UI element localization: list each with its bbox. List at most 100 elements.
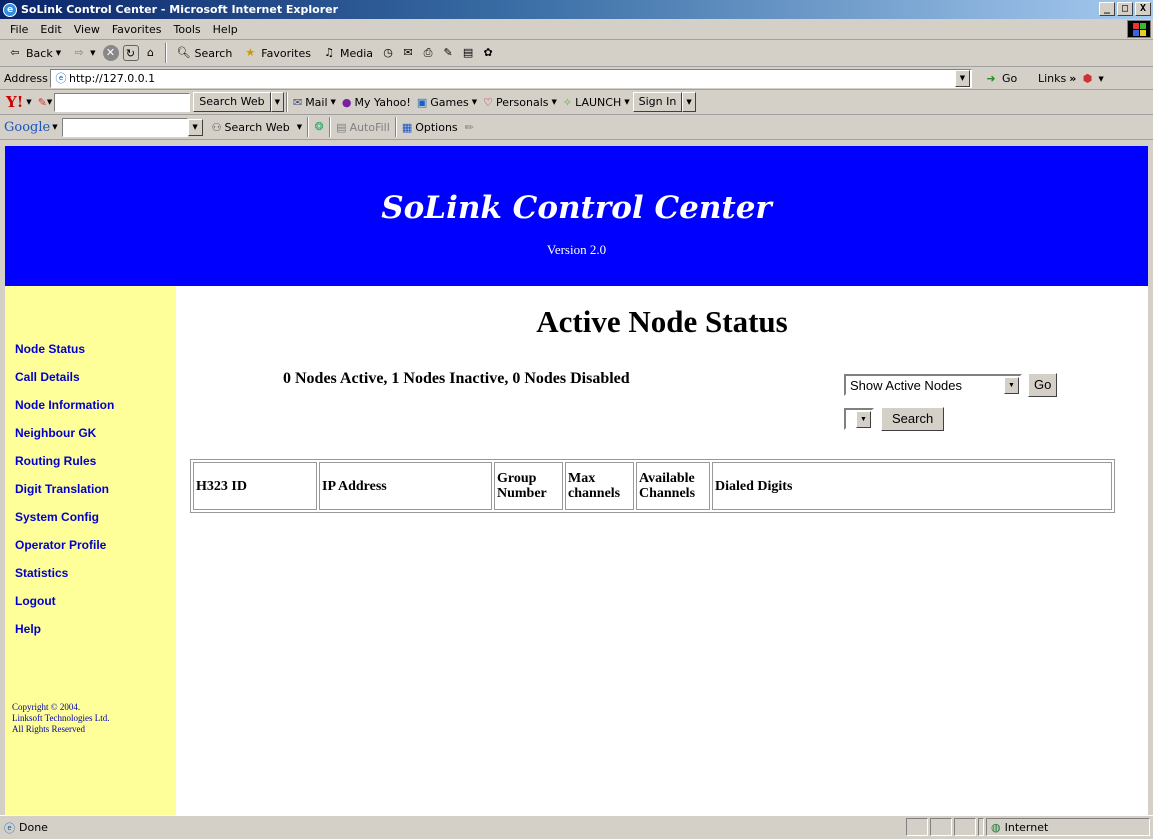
nav-call-details[interactable]: Call Details xyxy=(15,370,80,384)
yahoo-search-input[interactable] xyxy=(54,92,191,112)
node-filter-select[interactable]: Show Active Nodes ▼ xyxy=(844,374,1022,396)
yahoo-launch-dropdown-icon[interactable]: ▼ xyxy=(624,98,629,106)
yahoo-pencil-dropdown-icon[interactable]: ▼ xyxy=(47,98,52,106)
media-button[interactable]: ♫ Media xyxy=(318,43,376,64)
stop-icon[interactable]: ✕ xyxy=(102,45,119,61)
nav-operator-profile[interactable]: Operator Profile xyxy=(15,538,106,552)
search-field-dropdown-icon[interactable]: ▼ xyxy=(856,411,871,428)
status-panel xyxy=(978,818,984,836)
print-icon[interactable]: ⎙ xyxy=(420,45,436,61)
google-search-web-dropdown-icon[interactable]: ▼ xyxy=(297,123,302,131)
yahoo-sign-in-button[interactable]: Sign In xyxy=(632,92,683,112)
google-menu-dropdown-icon[interactable]: ▼ xyxy=(52,123,57,131)
back-button[interactable]: ⇦ Back ▼ xyxy=(4,43,64,64)
go-button[interactable]: ➜ Go xyxy=(980,68,1020,89)
nav-logout[interactable]: Logout xyxy=(15,594,56,608)
nav-digit-translation[interactable]: Digit Translation xyxy=(15,482,109,496)
menu-favorites[interactable]: Favorites xyxy=(106,23,168,36)
search-button[interactable]: Search xyxy=(881,407,945,431)
yahoo-games-dropdown-icon[interactable]: ▼ xyxy=(472,98,477,106)
nav-help[interactable]: Help xyxy=(15,622,41,636)
nav-routing-rules[interactable]: Routing Rules xyxy=(15,454,96,468)
favorites-star-icon: ★ xyxy=(245,46,256,59)
nav-node-status[interactable]: Node Status xyxy=(15,342,85,356)
yahoo-launch-label: LAUNCH xyxy=(575,95,622,109)
column-header-text: Available xyxy=(639,471,695,486)
messenger-icon[interactable]: ✿ xyxy=(480,45,496,61)
close-button[interactable]: X xyxy=(1135,2,1151,16)
google-search-input[interactable] xyxy=(61,117,188,137)
node-table: H323 ID IP Address Group Number Max chan… xyxy=(190,459,1115,513)
google-logo[interactable]: Google xyxy=(4,120,50,135)
table-header-row: H323 ID IP Address Group Number Max chan… xyxy=(193,462,1112,510)
personals-heart-icon: ♡ xyxy=(483,95,493,109)
google-separator xyxy=(329,117,332,137)
menu-file[interactable]: File xyxy=(4,23,34,36)
back-dropdown-icon[interactable]: ▼ xyxy=(56,49,61,57)
links-dropdown-icon[interactable]: ▼ xyxy=(1098,75,1103,83)
status-page-icon: ⓔ xyxy=(4,821,15,835)
google-search-button[interactable]: ⚇ Search Web ▼ xyxy=(209,117,306,138)
my-yahoo-button[interactable]: ● My Yahoo! xyxy=(339,92,414,113)
nav-statistics[interactable]: Statistics xyxy=(15,566,68,580)
google-options-button[interactable]: ▦ Options xyxy=(399,117,461,138)
search-field-select[interactable]: ▼ xyxy=(844,408,874,430)
google-separator xyxy=(307,117,310,137)
site-title: SoLink Control Center xyxy=(381,190,772,226)
go-filter-button[interactable]: Go xyxy=(1028,373,1058,397)
google-autofill-button[interactable]: ▤ AutoFill xyxy=(333,117,393,138)
yahoo-launch-button[interactable]: ✧ LAUNCH ▼ xyxy=(560,92,633,113)
standard-toolbar: ⇦ Back ▼ ⇨ ▼ ✕ ↻ ⌂ 🔍︎ Search ★ Favorites… xyxy=(0,40,1153,67)
maximize-button[interactable]: □ xyxy=(1117,2,1133,16)
mail-envelope-icon: ✉ xyxy=(292,95,303,109)
address-input[interactable]: ⓔ http://127.0.0.1 ▼ xyxy=(50,69,972,88)
menu-view[interactable]: View xyxy=(68,23,106,36)
yahoo-personals-button[interactable]: ♡ Personals ▼ xyxy=(480,92,560,113)
yahoo-personals-dropdown-icon[interactable]: ▼ xyxy=(551,98,556,106)
home-icon[interactable]: ⌂ xyxy=(143,45,159,61)
menu-help[interactable]: Help xyxy=(207,23,244,36)
node-filter-dropdown-icon[interactable]: ▼ xyxy=(1004,377,1019,394)
forward-dropdown-icon[interactable]: ▼ xyxy=(90,49,95,57)
refresh-icon[interactable]: ↻ xyxy=(122,45,139,61)
status-panel xyxy=(930,818,952,836)
nav-node-information[interactable]: Node Information xyxy=(15,398,114,412)
yahoo-games-button[interactable]: ▣ Games ▼ xyxy=(414,92,480,113)
yahoo-sign-in-dropdown-icon[interactable]: ▼ xyxy=(682,92,696,112)
yahoo-mail-button[interactable]: ✉ Mail ▼ xyxy=(290,92,339,113)
forward-button[interactable]: ⇨ ▼ xyxy=(68,43,98,64)
back-label: Back xyxy=(26,46,53,60)
mail-icon[interactable]: ✉ xyxy=(400,45,416,61)
column-header-text: Group xyxy=(497,471,537,486)
yahoo-search-dropdown-icon[interactable]: ▼ xyxy=(270,92,284,112)
window-title: SoLink Control Center - Microsoft Intern… xyxy=(21,3,339,16)
column-header-text: H323 ID xyxy=(196,478,247,494)
launch-icon: ✧ xyxy=(562,95,573,109)
links-label: Links xyxy=(1038,72,1067,85)
history-icon[interactable]: ◷ xyxy=(380,45,396,61)
edit-icon[interactable]: ✎ xyxy=(440,45,456,61)
menu-tools[interactable]: Tools xyxy=(168,23,207,36)
google-autofill-label: AutoFill xyxy=(349,120,390,134)
discuss-icon[interactable]: ▤ xyxy=(460,45,476,61)
yahoo-search-button[interactable]: Search Web xyxy=(193,92,271,112)
address-dropdown-icon[interactable]: ▼ xyxy=(955,70,970,87)
google-highlight-icon[interactable]: ✏ xyxy=(465,121,474,134)
windows-logo-icon xyxy=(1127,20,1151,38)
google-pagerank-icon[interactable]: ❂ xyxy=(311,119,327,135)
nav-system-config[interactable]: System Config xyxy=(15,510,99,524)
yahoo-pencil-icon[interactable]: ✎ xyxy=(38,96,47,109)
menu-edit[interactable]: Edit xyxy=(34,23,67,36)
nav-neighbour-gk[interactable]: Neighbour GK xyxy=(15,426,96,440)
yahoo-menu-dropdown-icon[interactable]: ▼ xyxy=(26,98,31,106)
window-title-bar[interactable]: e SoLink Control Center - Microsoft Inte… xyxy=(0,0,1153,19)
favorites-button[interactable]: ★ Favorites xyxy=(239,43,314,64)
column-header-text: Number xyxy=(497,486,547,501)
yahoo-logo[interactable]: Y! xyxy=(6,93,23,111)
status-panel xyxy=(954,818,976,836)
links-button[interactable]: Links » ⬢ ▼ xyxy=(1035,68,1107,89)
yahoo-mail-dropdown-icon[interactable]: ▼ xyxy=(331,98,336,106)
google-search-dropdown-icon[interactable]: ▼ xyxy=(187,118,203,136)
search-button[interactable]: 🔍︎ Search xyxy=(173,43,236,64)
minimize-button[interactable]: _ xyxy=(1099,2,1115,16)
